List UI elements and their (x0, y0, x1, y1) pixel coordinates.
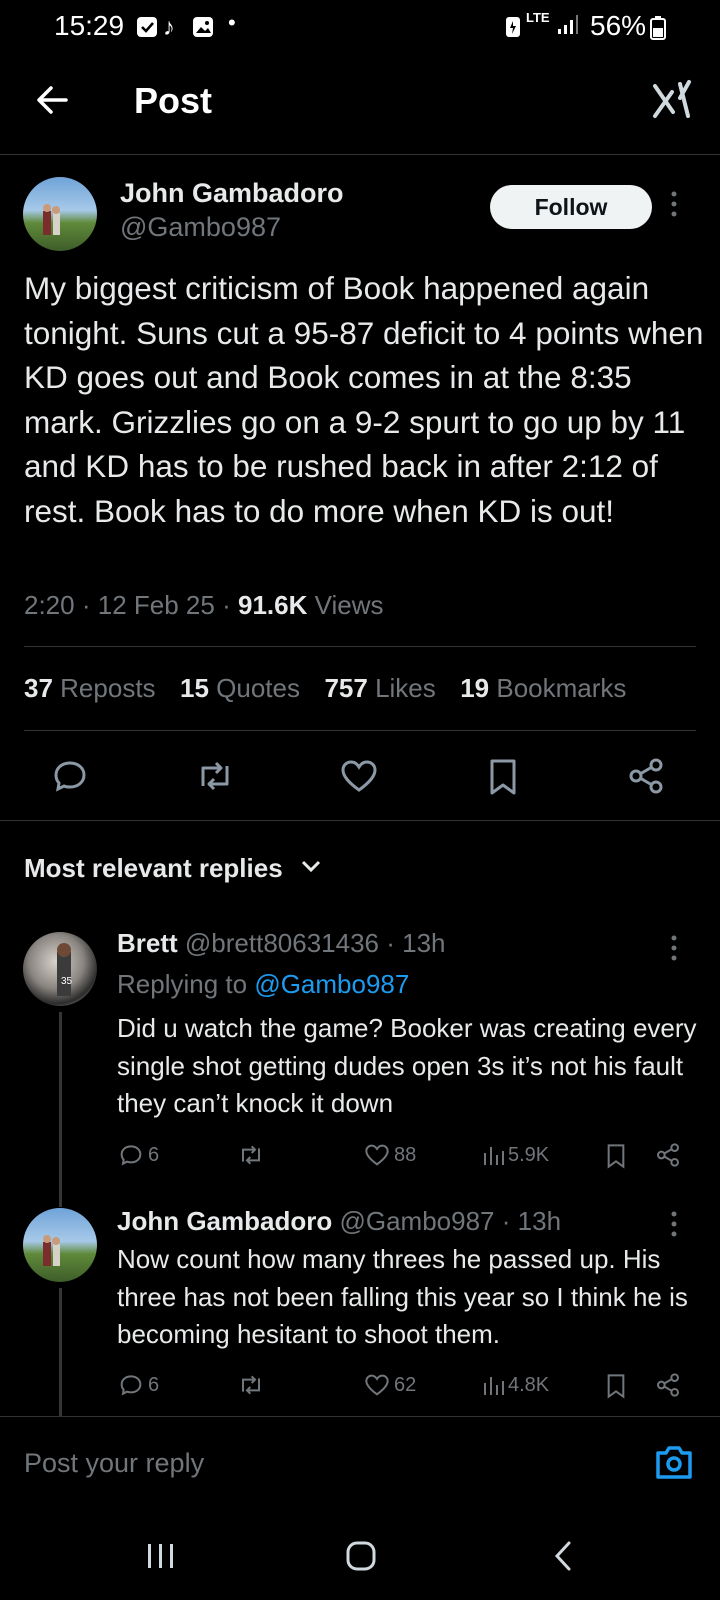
top-app-bar: Post (0, 52, 720, 155)
thread-line (59, 1012, 62, 1207)
bar-chart-icon (484, 1147, 504, 1165)
bookmark-icon[interactable] (606, 1143, 626, 1169)
thread-line (59, 1288, 62, 1416)
heart-icon[interactable] (340, 758, 378, 794)
repost-icon[interactable] (236, 1373, 266, 1397)
page-title: Post (134, 80, 213, 121)
reply-input[interactable]: Post your reply (24, 1448, 204, 1479)
reply-avatar[interactable]: 35 (23, 932, 97, 1006)
bar-chart-icon (484, 1377, 504, 1395)
battery-icon (650, 16, 666, 45)
heart-icon (365, 1374, 389, 1396)
reply-author-name[interactable]: Brett (117, 928, 178, 958)
repost-icon[interactable] (236, 1143, 266, 1167)
heart-icon (365, 1144, 389, 1166)
share-icon[interactable] (656, 1373, 680, 1397)
replying-to-handle[interactable]: @Gambo987 (254, 969, 409, 999)
reply-time: · 13h (501, 1206, 562, 1236)
author-name[interactable]: John Gambadoro (120, 178, 344, 209)
likes-stat[interactable]: 757 Likes (324, 673, 435, 703)
comment-icon[interactable] (52, 758, 88, 794)
status-bar: 15:29 ♪ • LTE 56% (0, 0, 720, 52)
reply-comment-action[interactable]: 6 (118, 1143, 159, 1167)
tiktok-notification-icon: ♪ (163, 14, 175, 41)
check-notification-icon (136, 16, 158, 43)
share-icon[interactable] (656, 1143, 680, 1167)
battery-percent: 56% (590, 10, 647, 41)
system-nav-bar (0, 1500, 720, 1600)
more-vertical-icon[interactable] (670, 934, 678, 967)
reply-author-handle[interactable]: @Gambo987 (339, 1206, 494, 1236)
section-divider (0, 820, 720, 821)
meta-separator: · (81, 590, 91, 620)
grok-icon[interactable] (652, 78, 694, 125)
reply-avatar[interactable] (23, 1208, 97, 1282)
more-vertical-icon[interactable] (670, 190, 678, 223)
gallery-notification-icon (192, 16, 214, 43)
signal-icon (556, 14, 578, 41)
replies-sort-label[interactable]: Most relevant replies (24, 853, 283, 884)
reply-comment-action[interactable]: 6 (118, 1373, 159, 1397)
comment-icon (120, 1375, 142, 1396)
post-stats: 37 Reposts 15 Quotes 757 Likes 19 Bookma… (24, 673, 626, 704)
author-avatar[interactable] (23, 177, 97, 251)
meta-separator: · (222, 590, 231, 620)
repost-icon[interactable] (195, 758, 235, 794)
reply-views-action[interactable]: 5.9K (482, 1143, 549, 1167)
comment-icon (120, 1145, 142, 1166)
post-time: 2:20 (24, 590, 75, 620)
reply-header: John Gambadoro @Gambo987 · 13h (117, 1206, 561, 1237)
home-icon[interactable] (345, 1540, 377, 1577)
quotes-stat[interactable]: 15 Quotes (180, 673, 300, 703)
reply-time: · 13h (386, 928, 446, 958)
nav-back-icon[interactable] (552, 1540, 574, 1577)
reply-like-action[interactable]: 88 (364, 1143, 416, 1167)
share-icon[interactable] (628, 758, 664, 794)
views-count: 91.6K (237, 590, 308, 620)
svg-text:35: 35 (61, 976, 73, 987)
divider (24, 730, 696, 731)
divider (24, 646, 696, 647)
author-handle[interactable]: @Gambo987 (120, 212, 281, 243)
recent-apps-icon[interactable] (146, 1542, 176, 1575)
network-type: LTE (526, 10, 550, 25)
reply-author-handle[interactable]: @brett80631436 (185, 928, 379, 958)
reply-text: Now count how many threes he passed up. … (117, 1244, 688, 1349)
follow-button[interactable]: Follow (490, 185, 652, 229)
status-time: 15:29 (54, 10, 125, 41)
reply-text: Did u watch the game? Booker was creatin… (117, 1013, 697, 1118)
camera-icon[interactable] (654, 1444, 694, 1485)
bookmark-icon[interactable] (606, 1373, 626, 1399)
reply-header: Brett @brett80631436 · 13h (117, 928, 446, 959)
data-saver-icon (505, 16, 521, 43)
more-vertical-icon[interactable] (670, 1210, 678, 1243)
reply-like-action[interactable]: 62 (364, 1373, 416, 1397)
more-notifications-dot-icon: • (228, 10, 236, 35)
post-text: My biggest criticism of Book happened ag… (24, 270, 704, 529)
arrow-left-icon[interactable] (34, 82, 70, 123)
views-label: Views (314, 590, 384, 620)
post-meta: 2:20 · 12 Feb 25 · 91.6K Views (24, 590, 384, 621)
bookmark-icon[interactable] (488, 758, 518, 796)
reply-author-name[interactable]: John Gambadoro (117, 1206, 332, 1236)
reply-views-action[interactable]: 4.8K (482, 1373, 549, 1397)
reposts-stat[interactable]: 37 Reposts (24, 673, 156, 703)
composer-top-border (0, 1416, 720, 1417)
chevron-down-icon[interactable] (300, 858, 322, 879)
replying-to: Replying to @Gambo987 (117, 969, 410, 999)
post-date: 12 Feb 25 (97, 590, 215, 620)
bookmarks-stat[interactable]: 19 Bookmarks (460, 673, 626, 703)
